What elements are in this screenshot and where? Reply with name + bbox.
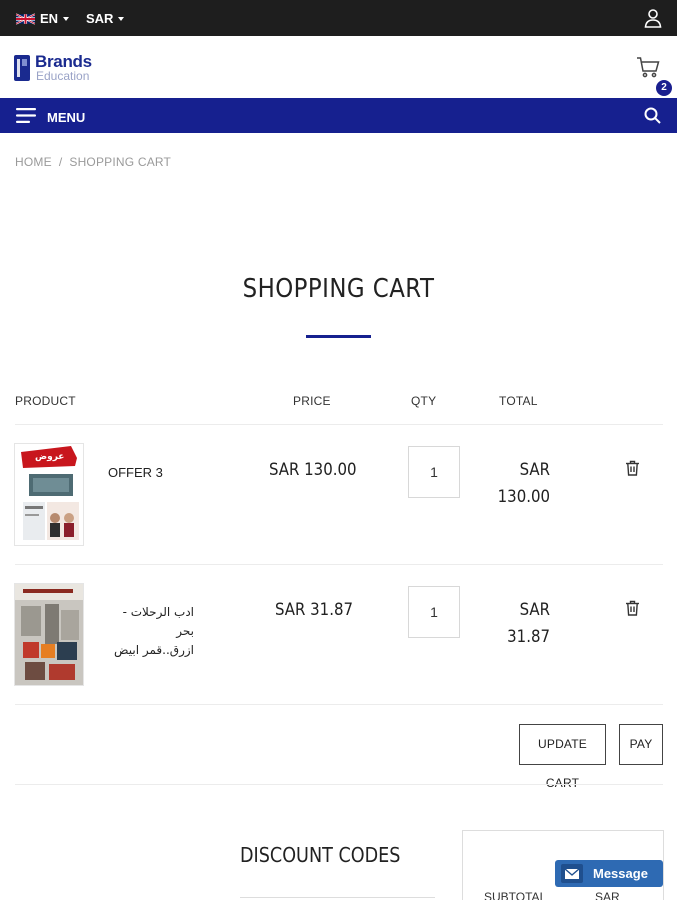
envelope-icon [561,864,583,883]
cart-row: ادب الرحلات - بحر ازرق..قمر ابيض SAR 31.… [0,565,677,705]
cart-count-badge: 2 [656,80,672,96]
row-total-currency: SAR [519,600,550,620]
user-account-icon[interactable] [643,8,663,28]
chevron-down-icon [63,17,70,21]
divider [15,704,663,705]
cart-row: عروض OFFER 3 SAR 130.00 1 SAR 130.00 [0,425,677,565]
quantity-input[interactable]: 1 [408,586,460,638]
breadcrumb-current: SHOPPING CART [69,155,172,169]
message-label: Message [593,866,648,881]
product-thumbnail[interactable] [14,583,84,686]
language-selector[interactable]: EN [40,11,70,26]
offer-badge-text: عروض [35,452,65,462]
trash-icon[interactable] [625,600,640,616]
divider [15,784,663,785]
brand-logo[interactable]: Brands Education [13,52,113,86]
quantity-input[interactable]: 1 [408,446,460,498]
message-chat-button[interactable]: Message [555,860,663,887]
breadcrumb-separator: / [58,155,63,169]
discount-divider [240,897,435,898]
book-cover-image [15,584,83,685]
language-label: EN [40,11,59,26]
pay-button[interactable]: PAY [619,724,663,765]
subtotal-label: SUBTOTAL [484,890,547,900]
main-nav-bar: MENU [0,98,677,133]
currency-selector[interactable]: SAR [86,11,125,26]
column-header-qty: QTY [411,394,437,408]
product-name[interactable]: OFFER 3 [108,465,163,480]
row-total-currency: SAR [519,460,550,480]
product-price: SAR 31.87 [275,600,353,620]
breadcrumb-home-link[interactable]: HOME [15,155,52,169]
product-price: SAR 130.00 [269,460,357,480]
uk-flag-icon[interactable] [16,13,35,25]
product-thumbnail[interactable]: عروض [14,443,84,546]
row-total: SAR 31.87 [488,597,550,651]
product-name-line-1: ادب الرحلات - بحر [122,605,194,638]
breadcrumb: HOME / SHOPPING CART [15,155,171,169]
update-cart-button[interactable]: UPDATE CART [519,724,606,790]
search-icon[interactable] [644,107,661,124]
chevron-down-icon [118,17,125,21]
product-name-line-2: ازرق..قمر ابيض [114,643,194,657]
row-total-amount: 31.87 [507,627,550,647]
shopping-cart-icon[interactable] [636,56,660,78]
discount-codes-title: DISCOUNT CODES [240,843,401,867]
hamburger-menu-icon[interactable] [16,108,36,123]
title-underline [306,335,371,338]
menu-button[interactable]: MENU [47,110,85,125]
product-name[interactable]: ادب الرحلات - بحر ازرق..قمر ابيض [108,603,194,660]
column-header-price: PRICE [293,394,331,408]
book-logo-icon [14,55,30,81]
brand-subtitle: Education [36,69,90,83]
currency-label: SAR [86,11,114,26]
row-total-amount: 130.00 [497,487,550,507]
page-title: SHOPPING CART [242,274,435,304]
site-header: Brands Education 2 [0,36,677,98]
top-bar: EN SAR [0,0,677,36]
subtotal-value: SAR [595,890,620,900]
column-header-total: TOTAL [499,394,538,408]
trash-icon[interactable] [625,460,640,476]
row-total: SAR 130.00 [488,457,550,511]
column-header-product: PRODUCT [15,394,76,408]
